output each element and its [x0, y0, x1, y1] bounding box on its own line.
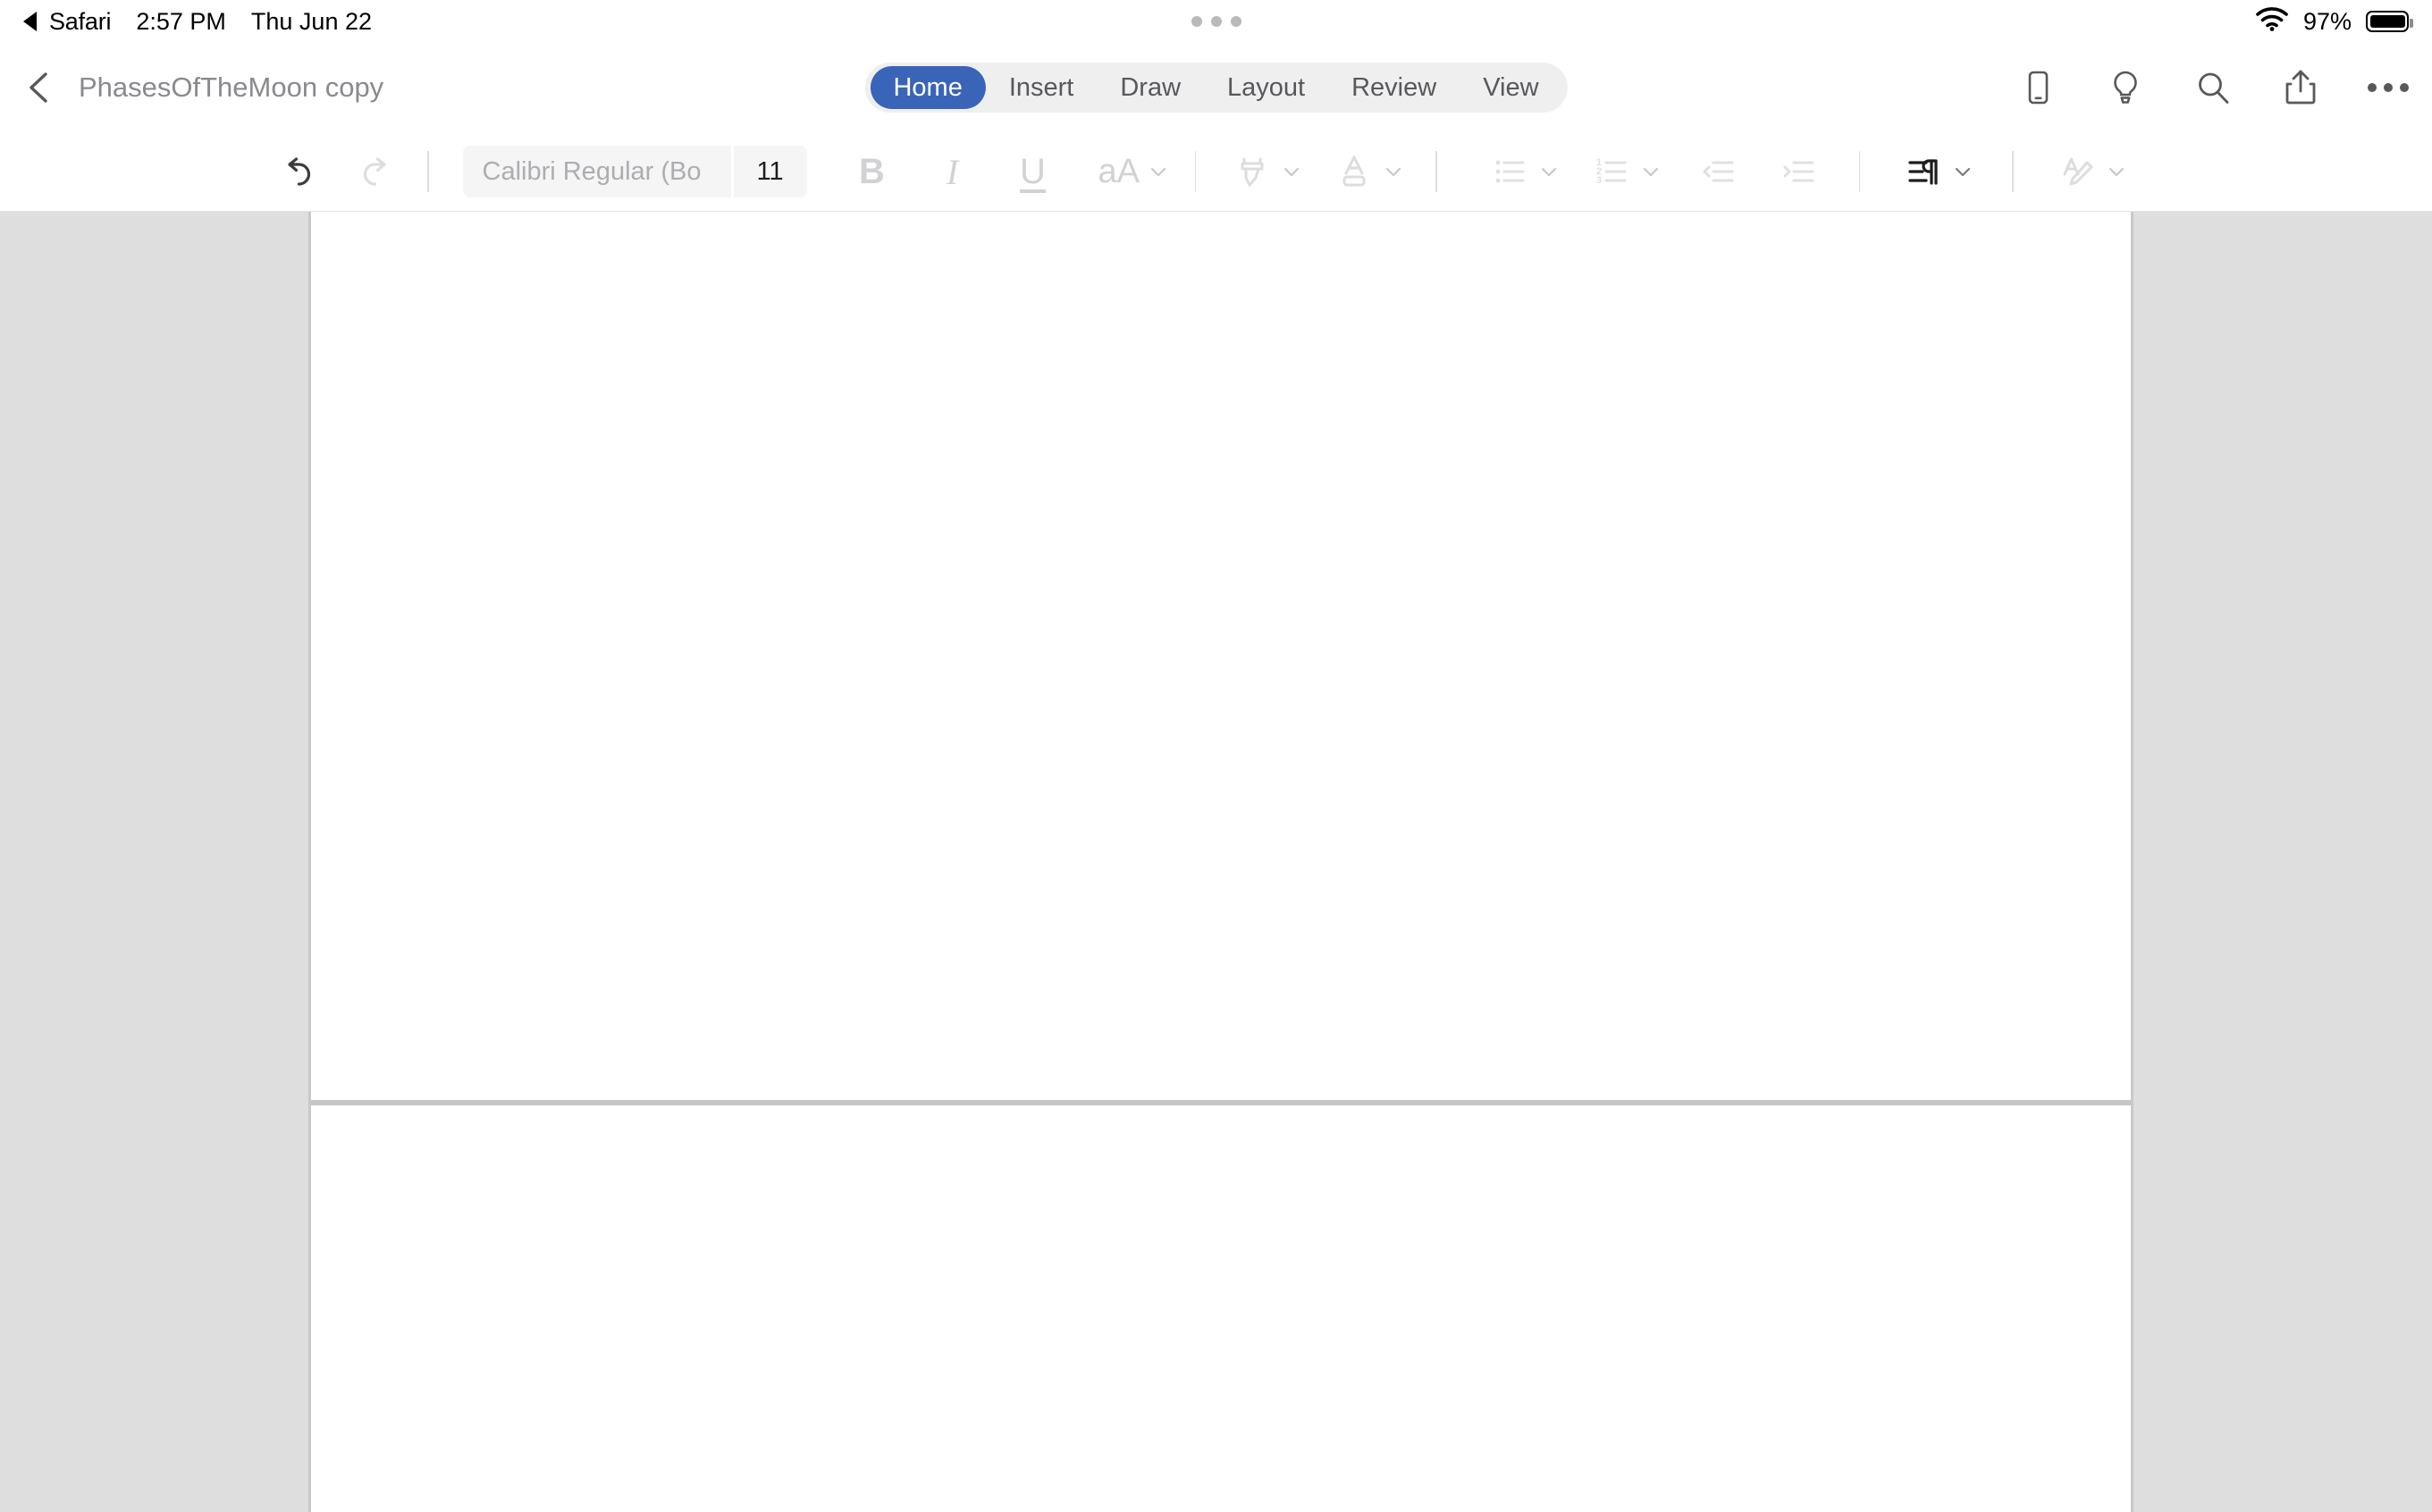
mobile-view-icon[interactable]: [2017, 67, 2058, 108]
tab-insert[interactable]: Insert: [986, 66, 1098, 109]
share-icon[interactable]: [2280, 67, 2321, 108]
toolbar-divider-1: [427, 151, 429, 192]
font-color-button[interactable]: [1334, 151, 1403, 192]
toolbar-divider-2: [1194, 151, 1197, 192]
increase-indent-icon: [1783, 161, 1814, 182]
document-page-2[interactable]: 3. In the above figure, notice the four …: [311, 1105, 2131, 1512]
svg-text:3: 3: [1596, 175, 1602, 186]
lightbulb-tellme-icon[interactable]: [2105, 67, 2146, 108]
decrease-indent-icon: [1703, 161, 1734, 182]
redo-button[interactable]: [354, 151, 395, 192]
chevron-down-icon: [1643, 167, 1659, 177]
redo-icon: [363, 157, 386, 186]
search-icon[interactable]: [2192, 67, 2234, 108]
battery-percent-label: 97%: [2302, 7, 2352, 35]
italic-button[interactable]: I: [925, 151, 980, 193]
tab-layout[interactable]: Layout: [1204, 66, 1328, 109]
page-right-edge: [2131, 211, 2133, 1512]
document-page-1[interactable]: Light from Sun N. W E: [311, 211, 2131, 1102]
font-name-field[interactable]: Calibri Regular (Bo: [462, 146, 731, 197]
wifi-icon: [2255, 6, 2289, 38]
chevron-down-icon: [1541, 167, 1557, 177]
status-bar-right: 97%: [2255, 6, 2413, 38]
tab-home[interactable]: Home: [870, 66, 986, 109]
bold-button[interactable]: B: [845, 152, 900, 192]
toolbar-divider-3: [1435, 151, 1437, 192]
formatting-toolbar: Calibri Regular (Bo 11 B I U aA 1 2 3: [0, 132, 2432, 212]
multitasking-dots-icon[interactable]: [1191, 16, 1241, 27]
page-title[interactable]: PhasesOfTheMoon copy: [79, 71, 383, 104]
chevron-down-icon: [1956, 167, 1971, 177]
text-styles-button[interactable]: [2057, 151, 2126, 192]
underline-button[interactable]: U: [1006, 152, 1061, 192]
ipad-status-bar: Safari 2:57 PM Thu Jun 22 97%: [0, 0, 2432, 43]
undo-button[interactable]: [279, 151, 320, 192]
tab-draw[interactable]: Draw: [1097, 66, 1204, 109]
paragraph-marks-button[interactable]: [1903, 151, 1973, 192]
text-case-button[interactable]: aA: [1098, 153, 1168, 191]
toolbar-divider-4: [1858, 151, 1861, 192]
tab-review[interactable]: Review: [1328, 66, 1460, 109]
chevron-down-icon: [1150, 167, 1166, 177]
chevron-down-icon: [1284, 167, 1300, 177]
back-triangle-icon[interactable]: [23, 12, 37, 31]
header-icon-group: [2017, 67, 2409, 108]
ribbon-tab-bar: Home Insert Draw Layout Review View: [864, 63, 1568, 113]
battery-full-icon: [2366, 11, 2413, 32]
font-size-field[interactable]: 11: [733, 146, 807, 197]
font-color-icon: [1342, 155, 1366, 187]
numbered-list-button[interactable]: 1 2 3: [1591, 151, 1661, 192]
undo-icon: [288, 157, 311, 186]
status-bar-time: 2:57 PM: [136, 7, 226, 35]
chevron-left-icon[interactable]: [20, 67, 61, 108]
increase-indent-button[interactable]: [1779, 151, 1820, 192]
document-canvas[interactable]: Light from Sun N. W E: [0, 211, 2432, 1512]
paragraph-marks-icon: [1908, 159, 1939, 185]
text-styles-pen-icon: [2063, 157, 2093, 186]
tab-view[interactable]: View: [1460, 66, 1561, 109]
numbered-list-icon: 1 2 3: [1596, 157, 1627, 186]
app-header: PhasesOfTheMoon copy Home Insert Draw La…: [0, 43, 2432, 132]
text-case-label: aA: [1098, 152, 1140, 190]
decrease-indent-button[interactable]: [1698, 151, 1739, 192]
chevron-down-icon: [1386, 167, 1401, 177]
chevron-down-icon: [2108, 167, 2125, 177]
bulleted-list-button[interactable]: [1489, 151, 1559, 192]
bulleted-list-icon: [1495, 160, 1525, 183]
more-ellipsis-icon[interactable]: [2368, 83, 2409, 92]
highlighter-icon: [1241, 157, 1264, 187]
status-bar-left: Safari 2:57 PM Thu Jun 22: [23, 8, 372, 36]
toolbar-divider-5: [2012, 151, 2014, 192]
back-to-safari-label[interactable]: Safari: [49, 8, 112, 36]
status-bar-date: Thu Jun 22: [250, 7, 372, 35]
highlight-button[interactable]: [1232, 151, 1301, 192]
